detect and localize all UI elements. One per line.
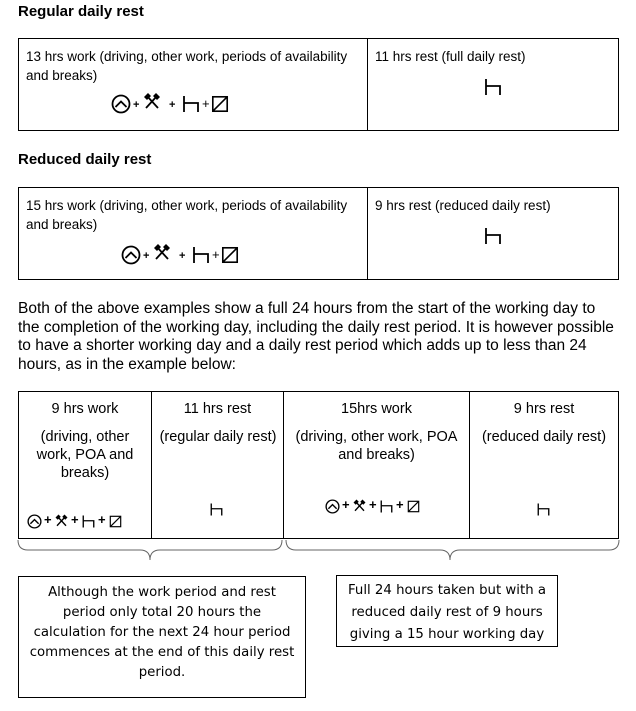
plus-sign: + xyxy=(202,96,210,111)
crossed-hammers-icon xyxy=(352,498,367,513)
plus-sign: + xyxy=(396,497,404,512)
bed-icon xyxy=(536,502,551,517)
regular-work-icons: + + + xyxy=(111,91,271,117)
reduced-work-text: 15 hrs work (driving, other work, period… xyxy=(26,198,348,232)
steering-wheel-icon xyxy=(121,245,141,265)
reduced-work-icons: + + + xyxy=(121,242,281,268)
timeline-cell-4-title: 9 hrs rest xyxy=(513,401,575,417)
timeline-cell-1-icons: + + + xyxy=(27,512,147,530)
reduced-rest-text: 9 hrs rest (reduced daily rest) xyxy=(375,198,551,213)
bed-icon xyxy=(81,514,96,529)
regular-work-text: 13 hrs work (driving, other work, period… xyxy=(26,49,348,83)
steering-wheel-icon xyxy=(111,94,131,114)
timeline-cell-1-title: 9 hrs work xyxy=(51,401,119,417)
bed-icon xyxy=(483,77,503,97)
plus-sign: + xyxy=(98,512,106,527)
plus-sign: + xyxy=(71,512,79,527)
note-right: Full 24 hours taken but with a reduced d… xyxy=(336,575,558,647)
crossed-hammers-icon xyxy=(152,242,172,262)
availability-box-icon xyxy=(221,246,239,264)
cell-divider xyxy=(367,39,368,130)
timeline-cell-3-title: 15hrs work xyxy=(341,401,412,417)
right-brace xyxy=(285,539,620,561)
reduced-rest-heading: Reduced daily rest xyxy=(18,151,152,168)
note-left: Although the work period and rest period… xyxy=(18,576,306,698)
timeline-cell-2-detail: (regular daily rest) xyxy=(159,429,277,445)
explanation-paragraph: Both of the above examples show a full 2… xyxy=(18,300,614,373)
steering-wheel-icon xyxy=(27,514,42,529)
availability-box-icon xyxy=(109,515,122,528)
timeline-cell-3-icons: + + + xyxy=(325,497,445,515)
reduced-rest-table: 15 hrs work (driving, other work, period… xyxy=(18,187,619,280)
plus-sign: + xyxy=(342,497,350,512)
plus-sign: + xyxy=(169,99,176,111)
plus-sign: + xyxy=(44,512,52,527)
plus-sign: + xyxy=(179,250,186,262)
bed-icon xyxy=(379,499,394,514)
left-brace xyxy=(17,539,283,561)
cell-divider xyxy=(367,188,368,279)
timeline-cell-1-detail: (driving, other work, POA and breaks) xyxy=(36,429,134,481)
plus-sign: + xyxy=(212,247,220,262)
crossed-hammers-icon xyxy=(54,513,69,528)
availability-box-icon xyxy=(407,500,420,513)
note-right-text: Full 24 hours taken but with a reduced d… xyxy=(347,583,547,642)
plus-sign: + xyxy=(143,250,150,262)
timeline-cell-4-detail: (reduced daily rest) xyxy=(481,429,607,445)
availability-box-icon xyxy=(211,95,229,113)
regular-rest-heading: Regular daily rest xyxy=(18,3,144,20)
bed-icon xyxy=(209,502,224,517)
grouping-braces xyxy=(17,539,620,561)
crossed-hammers-icon xyxy=(142,91,162,111)
timeline-cell-2-title: 11 hrs rest xyxy=(183,401,252,417)
timeline-table: 9 hrs work (driving, other work, POA and… xyxy=(18,391,619,539)
bed-icon xyxy=(181,94,201,114)
regular-rest-text: 11 hrs rest (full daily rest) xyxy=(375,49,526,64)
plus-sign: + xyxy=(133,99,140,111)
bed-icon xyxy=(483,226,503,246)
regular-rest-table: 13 hrs work (driving, other work, period… xyxy=(18,38,619,131)
note-left-text: Although the work period and rest period… xyxy=(29,585,295,680)
plus-sign: + xyxy=(369,497,377,512)
timeline-cell-3-detail: (driving, other work, POA and breaks) xyxy=(295,429,458,463)
bed-icon xyxy=(191,245,211,265)
steering-wheel-icon xyxy=(325,499,340,514)
